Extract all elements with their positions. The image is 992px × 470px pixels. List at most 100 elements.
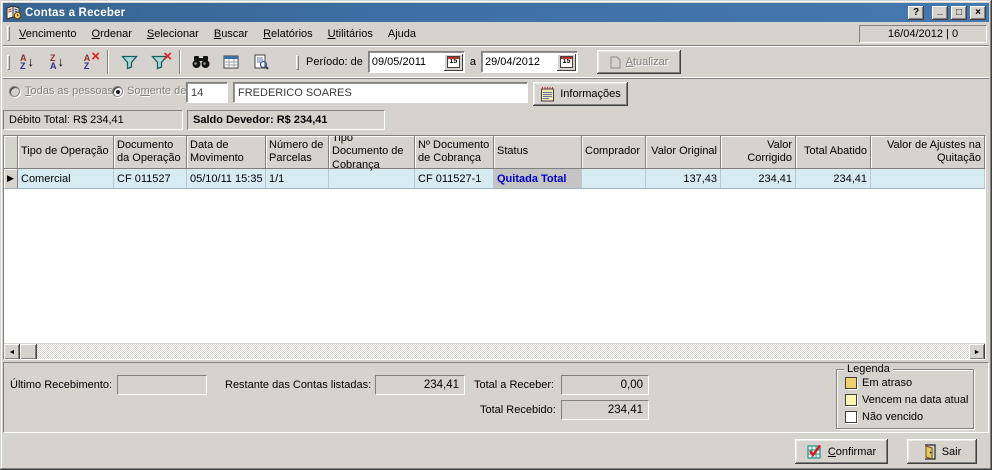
binoculars-icon (192, 55, 210, 69)
calendar-icon: 15 (560, 56, 573, 68)
radio-todas-label[interactable]: Todas as pessoas (25, 85, 113, 97)
date-counter: 16/04/2012 | 0 (888, 28, 958, 40)
radio-dot (116, 90, 120, 94)
periodo-a-label: a (470, 56, 476, 68)
col-documento-operacao[interactable]: Documento da Operação (114, 136, 187, 169)
maximize-button[interactable]: □ (951, 6, 967, 20)
report-preview-button[interactable] (246, 49, 276, 75)
menu-grip[interactable] (7, 26, 10, 41)
menu-ajuda[interactable]: Ajuda (381, 25, 424, 43)
grid-header-row: Tipo de Operação Documento da Operação D… (4, 136, 985, 169)
scroll-right-button[interactable]: ► (969, 344, 985, 360)
informacoes-label: Informações (560, 88, 621, 100)
find-button[interactable] (186, 49, 216, 75)
total-a-receber-value: 0,00 (561, 375, 649, 395)
legend-label: Vencem na data atual (862, 394, 968, 406)
legend-label: Em atraso (862, 377, 912, 389)
menu-vencimento[interactable]: Vencimento (12, 25, 85, 43)
scrollbar-thumb[interactable] (20, 344, 37, 360)
sort-ascending-button[interactable]: AZ ↓ (12, 49, 42, 75)
close-icon: × (975, 8, 981, 18)
legend-box: Legenda Em atraso Vencem na data atual N… (836, 369, 974, 429)
totals-row: Débito Total: R$ 234,41 Saldo Devedor: R… (3, 110, 989, 132)
col-num-doc-cobranca[interactable]: Nº Documento de Cobrança (415, 136, 494, 169)
maximize-icon: □ (956, 8, 962, 18)
menu-relatorios[interactable]: Relatórios (256, 25, 321, 43)
person-name-input[interactable] (234, 83, 527, 102)
document-preview-icon (253, 54, 269, 70)
menu-selecionar[interactable]: Selecionar (140, 25, 207, 43)
calendar-button-a[interactable]: 15 (557, 54, 576, 71)
atualizar-button[interactable]: Atualizar (597, 50, 681, 74)
menu-buscar[interactable]: Buscar (207, 25, 256, 43)
total-a-receber-label: Total a Receber: (474, 379, 554, 391)
col-total-abatido[interactable]: Total Abatido (796, 136, 871, 169)
legend-item-vencem-hoje: Vencem na data atual (845, 394, 968, 406)
red-x-icon: × (163, 49, 172, 64)
col-data-movimento[interactable]: Data de Movimento (187, 136, 266, 169)
minimize-icon: _ (937, 6, 943, 16)
cell-documento-operacao: CF 011527 (114, 169, 187, 188)
grid-view-button[interactable] (216, 49, 246, 75)
confirmar-button[interactable]: Confirmar (795, 439, 888, 464)
periodo-a-input[interactable] (483, 56, 557, 68)
exit-door-icon (923, 444, 937, 460)
toolbar-separator (179, 50, 181, 74)
radio-somente-label[interactable]: Somente de: (127, 85, 189, 97)
calendar-button-de[interactable]: 15 (444, 54, 463, 71)
sair-button[interactable]: Sair (907, 439, 977, 464)
cell-data-movimento: 05/10/11 15:35 (187, 169, 266, 188)
cell-valor-original: 137,43 (646, 169, 721, 188)
row-selector-cell: ▶ (4, 169, 18, 188)
periodo-grip[interactable] (296, 55, 299, 70)
cell-valor-ajustes (871, 169, 985, 188)
title-bar: Contas a Receber ? _ □ × (3, 3, 989, 22)
table-row[interactable]: ▶ Comercial CF 011527 05/10/11 15:35 1/1… (4, 169, 985, 189)
person-code-field-wrap (186, 82, 228, 103)
cell-num-doc-cobranca: CF 011527-1 (415, 169, 494, 188)
date-counter-panel: 16/04/2012 | 0 (859, 25, 987, 43)
col-numero-parcelas[interactable]: Número de Parcelas (266, 136, 329, 169)
minimize-button[interactable]: _ (932, 6, 948, 20)
down-arrow-icon: ↓ (28, 57, 35, 67)
cell-status: Quitada Total (494, 169, 582, 188)
person-code-input[interactable] (187, 83, 227, 102)
window-icon (6, 5, 22, 20)
down-arrow-icon: ↓ (58, 57, 65, 67)
clear-sort-button[interactable]: AZ × (72, 49, 102, 75)
sort-az-icon: AZ (20, 54, 27, 70)
horizontal-scrollbar[interactable]: ◄ ► (4, 343, 985, 359)
toolbar-grip[interactable] (7, 55, 10, 70)
red-x-icon: × (91, 49, 100, 64)
periodo-a-field-wrap: 15 (481, 51, 578, 73)
col-tipo-doc-cobranca[interactable]: Tipo Documento de Cobrança (329, 136, 415, 169)
menu-bar: Vencimento Ordenar Selecionar Buscar Rel… (3, 23, 989, 44)
col-valor-ajustes[interactable]: Valor de Ajustes na Quitação (871, 136, 985, 169)
periodo-de-field-wrap: 15 (368, 51, 465, 73)
help-button[interactable]: ? (908, 6, 924, 20)
menu-ordenar[interactable]: Ordenar (85, 25, 140, 43)
sort-descending-button[interactable]: ZA ↓ (42, 49, 72, 75)
col-comprador[interactable]: Comprador (582, 136, 646, 169)
menu-utilitarios[interactable]: Utilitários (321, 25, 381, 43)
col-valor-corrigido[interactable]: Valor Corrigido (721, 136, 796, 169)
calendar-icon: 15 (447, 56, 460, 68)
radio-somente-de[interactable] (112, 86, 123, 97)
close-button[interactable]: × (970, 6, 986, 20)
sair-label: Sair (942, 446, 962, 458)
filter-button[interactable] (114, 49, 144, 75)
col-tipo-operacao[interactable]: Tipo de Operação (18, 136, 114, 169)
contas-grid: Tipo de Operação Documento da Operação D… (3, 135, 986, 360)
radio-todas-as-pessoas[interactable] (9, 86, 20, 97)
cell-tipo-doc-cobranca (329, 169, 415, 188)
col-valor-original[interactable]: Valor Original (646, 136, 721, 169)
col-status[interactable]: Status (494, 136, 582, 169)
legend-label: Não vencido (862, 411, 923, 423)
scroll-left-button[interactable]: ◄ (4, 344, 20, 360)
clear-filter-button[interactable]: × (144, 49, 174, 75)
informacoes-button[interactable]: Informações (533, 82, 628, 106)
sort-az-icon: AZ (84, 54, 91, 70)
filter-funnel-icon (121, 55, 138, 70)
periodo-de-input[interactable] (370, 56, 444, 68)
legend-item-em-atraso: Em atraso (845, 377, 912, 389)
